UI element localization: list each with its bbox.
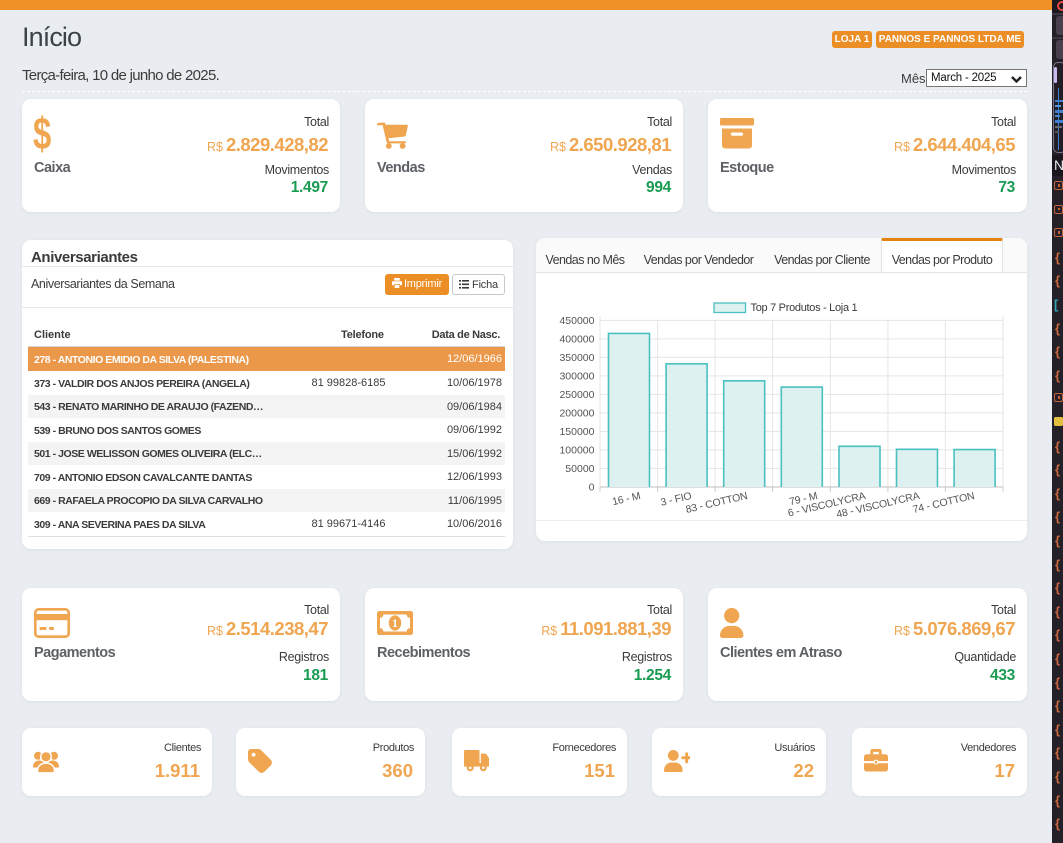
svg-text:400000: 400000 bbox=[559, 334, 594, 346]
svg-text:1: 1 bbox=[392, 616, 398, 630]
svg-text:150000: 150000 bbox=[559, 426, 594, 438]
svg-text:Top 7 Produtos - Loja 1: Top 7 Produtos - Loja 1 bbox=[751, 302, 858, 314]
svg-text:300000: 300000 bbox=[559, 371, 594, 383]
svg-text:450000: 450000 bbox=[559, 315, 594, 327]
svg-text:350000: 350000 bbox=[559, 352, 594, 364]
svg-text:83 - COTTON: 83 - COTTON bbox=[685, 490, 749, 516]
svg-text:74 - COTTON: 74 - COTTON bbox=[912, 490, 976, 516]
svg-text:250000: 250000 bbox=[559, 389, 594, 401]
svg-text:50000: 50000 bbox=[565, 463, 594, 475]
svg-text:0: 0 bbox=[589, 482, 595, 494]
svg-text:200000: 200000 bbox=[559, 408, 594, 420]
svg-text:16 - M: 16 - M bbox=[611, 490, 642, 508]
svg-text:100000: 100000 bbox=[559, 445, 594, 457]
